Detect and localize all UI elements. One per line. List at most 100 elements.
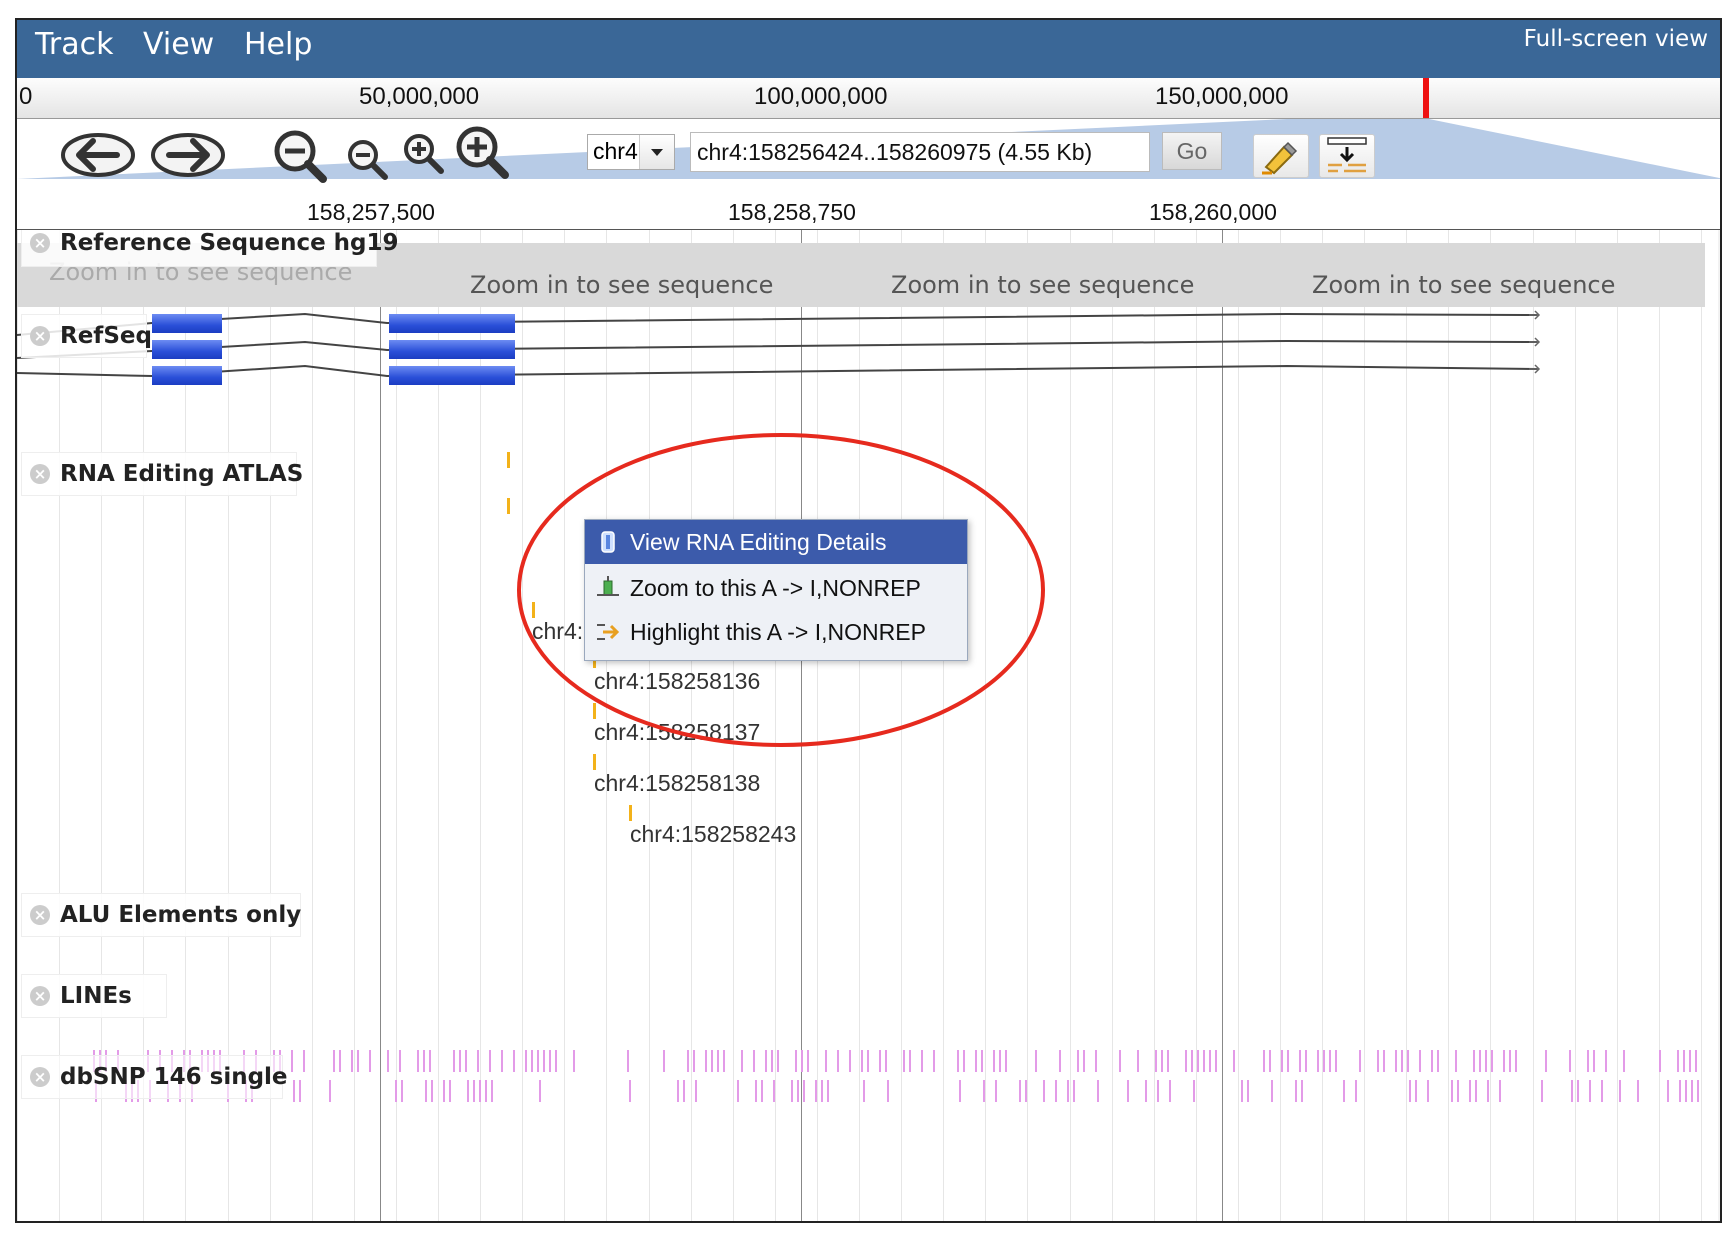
arrow-left-icon[interactable] [59,129,137,181]
snp-mark [417,1050,419,1072]
snp-mark [791,1080,793,1102]
track-label-dbsnp[interactable]: × dbSNP 146 single [21,1055,288,1099]
highlighter-button[interactable] [1253,134,1309,178]
highlight-region-button[interactable] [1319,134,1375,178]
snp-mark [867,1050,869,1072]
snp-mark [1659,1050,1661,1072]
zoom-in-small-icon[interactable] [401,131,449,179]
snp-mark [369,1050,371,1072]
refseq-exon[interactable] [389,366,515,385]
ruler-label: 158,257,500 [307,199,435,225]
arrow-right-icon[interactable] [149,129,227,181]
snp-mark [1097,1080,1099,1102]
zoom-in-large-icon[interactable] [453,123,513,183]
snp-mark [753,1050,755,1072]
track-label-rna-editing-atlas[interactable]: × RNA Editing ATLAS [21,452,303,496]
snp-mark [443,1080,445,1102]
overview-label: 0 [19,83,33,110]
menu-track[interactable]: Track [35,27,114,62]
snp-mark [1515,1050,1517,1072]
overview-ruler[interactable]: 0 50,000,000 100,000,000 150,000,000 [17,78,1720,119]
close-icon[interactable]: × [30,905,50,925]
snp-mark [1055,1080,1057,1102]
snp-mark [1485,1050,1487,1072]
snp-mark [837,1050,839,1072]
chevron-down-icon[interactable] [639,135,674,169]
snp-mark [1323,1050,1325,1072]
zoom-out-small-icon[interactable] [345,137,393,185]
snp-mark [1329,1050,1331,1072]
snp-mark [1455,1050,1457,1072]
rna-editing-site[interactable] [629,805,632,821]
scrollbar-thumb[interactable] [1720,230,1722,960]
zoom-out-large-icon[interactable] [271,127,331,187]
menu-view[interactable]: View [143,27,214,62]
snp-mark [629,1080,631,1102]
track-label-reference-sequence[interactable]: × Reference Sequence hg19 [21,230,399,267]
close-icon[interactable]: × [30,233,50,253]
location-input[interactable] [690,132,1150,172]
snp-mark [677,1080,679,1102]
snp-mark [513,1050,515,1072]
snp-mark [795,1050,797,1072]
snp-mark [1569,1050,1571,1072]
vertical-scrollbar[interactable] [1718,230,1722,1221]
full-screen-view-link[interactable]: Full-screen view [1524,26,1708,52]
highlight-region-icon [1327,137,1367,173]
menu-help[interactable]: Help [244,27,312,62]
refseq-exon[interactable] [389,314,515,333]
snp-mark [549,1050,551,1072]
snp-mark [993,1050,995,1072]
snp-mark [357,1050,359,1072]
snp-mark [1355,1080,1357,1102]
go-button[interactable]: Go [1162,132,1222,170]
refseq-exon[interactable] [152,314,222,333]
snp-mark [453,1050,455,1072]
snp-mark [1005,1050,1007,1072]
snp-mark [711,1050,713,1072]
close-icon[interactable]: × [30,1067,50,1087]
close-icon[interactable]: × [30,464,50,484]
rna-editing-feature-label[interactable]: chr4:158258243 [630,821,796,848]
snp-mark [1269,1050,1271,1072]
overview-location-marker[interactable] [1423,78,1429,118]
snp-mark [1197,1050,1199,1072]
snp-mark [983,1080,985,1102]
snp-mark [863,1080,865,1102]
rna-editing-site[interactable] [507,452,510,468]
rna-editing-site[interactable] [593,754,596,770]
snp-mark [1067,1080,1069,1102]
refseq-exon[interactable] [152,366,222,385]
snp-mark [489,1050,491,1072]
close-icon[interactable]: × [30,326,50,346]
rna-editing-site[interactable] [507,498,510,514]
snp-mark [395,1080,397,1102]
close-icon[interactable]: × [30,986,50,1006]
snp-mark [1577,1080,1579,1102]
snp-mark [351,1050,353,1072]
snp-mark [797,1080,799,1102]
snp-mark [537,1050,539,1072]
snp-mark [1491,1050,1493,1072]
snp-mark [933,1050,935,1072]
snp-mark [879,1050,881,1072]
snp-mark [1209,1050,1211,1072]
track-label-refseq[interactable]: × RefSeq [21,314,152,358]
snp-mark [1305,1050,1307,1072]
snp-mark [981,1050,983,1072]
track-label-alu-elements[interactable]: × ALU Elements only [21,893,301,937]
snp-mark [1457,1080,1459,1102]
track-label-lines[interactable]: × LINEs [21,974,167,1018]
snp-mark [1241,1080,1243,1102]
snp-mark [1473,1050,1475,1072]
snp-mark [1185,1050,1187,1072]
rna-editing-feature-label[interactable]: chr4:158258138 [594,770,760,797]
snp-mark [1137,1050,1139,1072]
snp-mark [1377,1050,1379,1072]
chromosome-select[interactable]: chr4 [587,134,675,170]
refseq-exon[interactable] [152,340,222,359]
refseq-exon[interactable] [389,340,515,359]
snp-mark [1605,1050,1607,1072]
snp-mark [717,1050,719,1072]
snp-mark [909,1050,911,1072]
